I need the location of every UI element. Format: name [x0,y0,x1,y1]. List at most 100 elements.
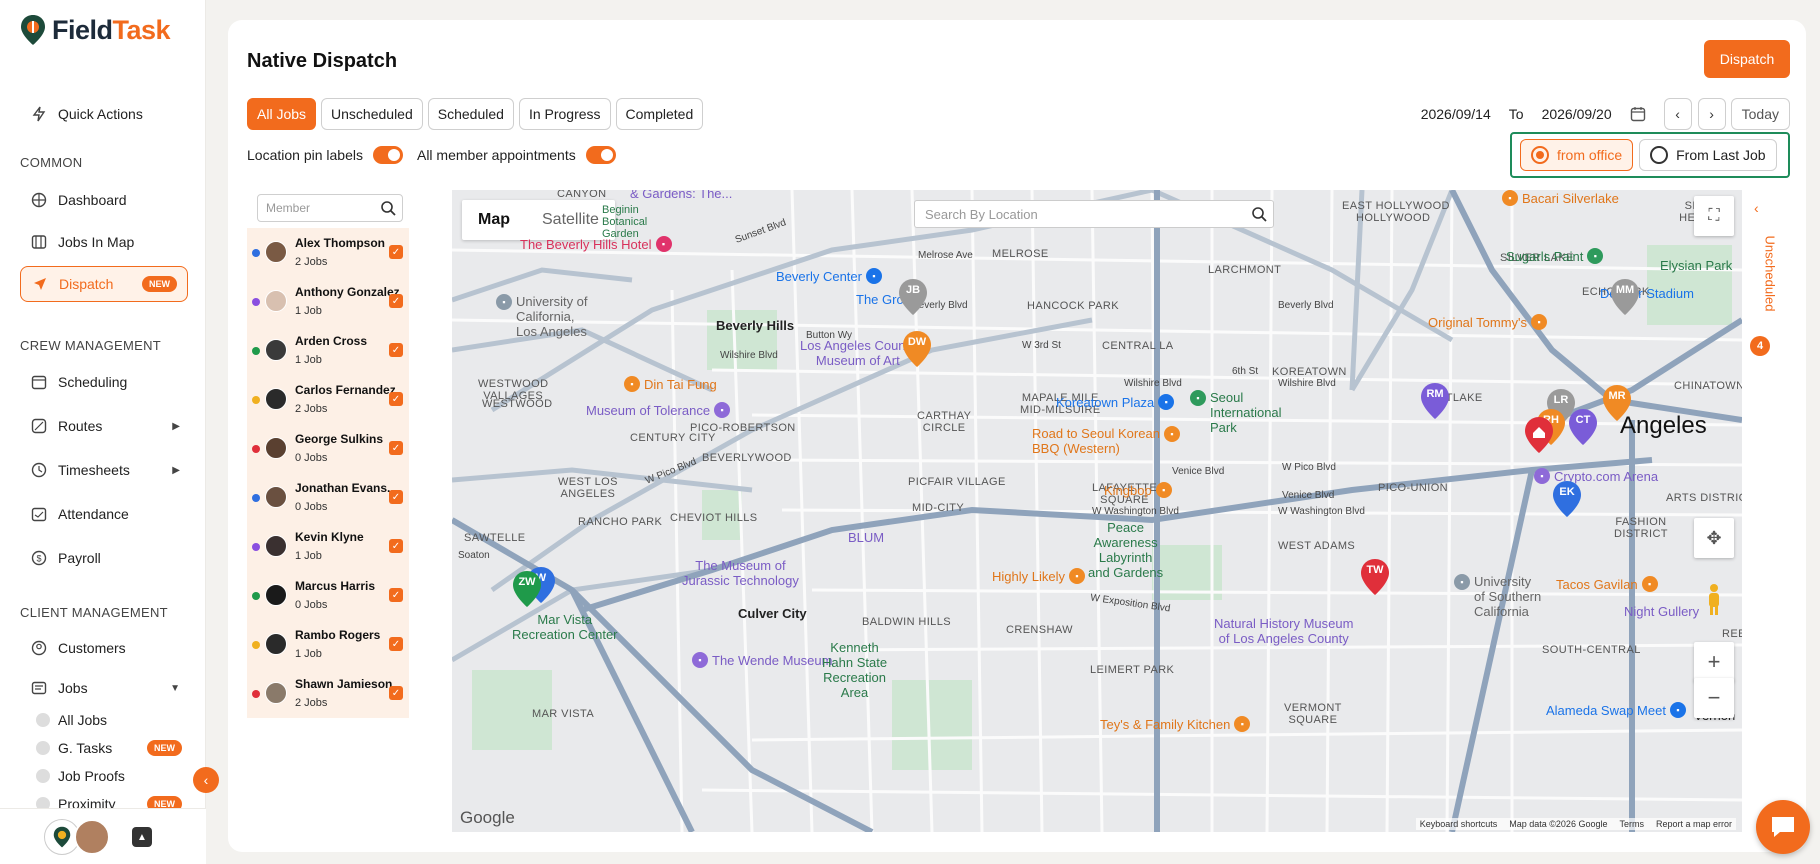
member-row[interactable]: Carlos Fernandez 2 Jobs ✓ [247,375,409,427]
tab-in-progress[interactable]: In Progress [518,98,611,130]
dispatch-button[interactable]: Dispatch [1704,40,1790,78]
member-checkbox[interactable]: ✓ [389,539,403,553]
poi-marker[interactable]: Koreatown Plaza ▪ [1056,394,1175,410]
location-search-input[interactable]: Search By Location [914,200,1274,228]
street-view-pegman-icon[interactable] [1694,580,1734,620]
unscheduled-drawer-toggle[interactable]: ‹ Unscheduled 4 [1750,200,1778,370]
zoom-in-button[interactable]: + [1694,642,1734,682]
zoom-out-button[interactable]: − [1694,678,1734,718]
nav-customers[interactable]: Customers [20,630,188,666]
poi-marker[interactable]: Tacos Gavilan ▪ [1556,576,1658,592]
team-pin-mm[interactable]: MM [1610,278,1640,316]
member-checkbox[interactable]: ✓ [389,490,403,504]
poi-marker[interactable]: Los Angeles County Museum of Art [800,338,916,368]
poi-marker[interactable]: The Museum of Jurassic Technology [682,558,799,588]
member-checkbox[interactable]: ✓ [389,637,403,651]
nav-jobs[interactable]: Jobs ▼ [20,670,188,706]
poi-marker[interactable]: Beginin Botanical Garden [602,204,647,240]
tab-scheduled[interactable]: Scheduled [427,98,514,130]
all-members-toggle[interactable] [585,146,616,164]
nav-timesheets[interactable]: Timesheets ▶ [20,452,188,488]
date-to-input[interactable]: 2026/09/20 [1530,106,1624,122]
poi-marker[interactable]: Night Gullery [1624,604,1699,619]
member-checkbox[interactable]: ✓ [389,588,403,602]
map-view[interactable]: Map Satellite Search By Location CANYON … [452,190,1742,832]
app-logo[interactable]: FieldTask [20,14,171,46]
poi-marker[interactable]: Tey's & Family Kitchen ▪ [1100,716,1251,732]
from-last-job-radio[interactable]: From Last Job [1639,139,1777,171]
poi-marker[interactable]: ▪ Seoul International Park [1190,390,1282,435]
member-checkbox[interactable]: ✓ [389,686,403,700]
poi-marker[interactable]: Natural History Museum of Los Angeles Co… [1214,616,1353,646]
nav-dispatch[interactable]: Dispatch NEW [20,266,188,302]
report-error-link[interactable]: Report a map error [1656,819,1732,829]
collapse-sidebar-button[interactable]: ‹ [193,767,219,793]
poi-marker[interactable]: Elysian Park [1660,258,1732,273]
map-type-map[interactable]: Map [462,211,526,229]
poi-marker[interactable]: Peace Awareness Labyrinth and Gardens [1088,520,1163,580]
sub-item-g-tasks[interactable]: G. Tasks NEW [36,736,186,760]
poi-marker[interactable]: Beverly Center ▪ [776,268,882,284]
today-button[interactable]: Today [1730,98,1790,130]
user-avatar[interactable] [74,819,110,855]
member-row[interactable]: Anthony Gonzalez 1 Job ✓ [247,277,409,329]
prev-week-button[interactable]: ‹ [1663,98,1692,130]
nav-routes[interactable]: Routes ▶ [20,408,188,444]
member-row[interactable]: Kevin Klyne 1 Job ✓ [247,522,409,574]
keyboard-shortcuts-link[interactable]: Keyboard shortcuts [1420,819,1498,829]
calendar-icon[interactable] [1628,104,1648,124]
tab-completed[interactable]: Completed [615,98,704,130]
tab-unscheduled[interactable]: Unscheduled [321,98,423,130]
team-pin-zw[interactable]: ZW [512,570,542,608]
next-week-button[interactable]: › [1697,98,1726,130]
poi-marker[interactable]: Alameda Swap Meet ▪ [1546,702,1686,718]
poi-marker[interactable]: ▪ University of Southern California [1454,574,1541,619]
member-row[interactable]: Marcus Harris 0 Jobs ✓ [247,571,409,623]
poi-marker[interactable]: Kingbop ▪ [1104,482,1172,498]
member-checkbox[interactable]: ✓ [389,441,403,455]
poi-marker[interactable]: ▪ The Wende Museum [692,652,832,668]
member-row[interactable]: Alex Thompson 2 Jobs ✓ [247,228,409,280]
expand-icon[interactable]: ▲ [132,827,152,847]
poi-marker[interactable]: & Gardens: The... [630,190,732,201]
nav-jobs-in-map[interactable]: Jobs In Map [20,224,188,260]
member-row[interactable]: Arden Cross 1 Job ✓ [247,326,409,378]
poi-marker[interactable]: Mar Vista Recreation Center [512,612,618,642]
member-search-input[interactable]: Member [257,194,403,222]
member-row[interactable]: Shawn Jamieson 2 Jobs ✓ [247,669,409,721]
member-checkbox[interactable]: ✓ [389,294,403,308]
team-pin-jb[interactable]: JB [898,278,928,316]
team-pin-dw[interactable]: DW [902,330,932,368]
poi-marker[interactable]: Highly Likely ▪ [992,568,1085,584]
nav-quick-actions[interactable]: Quick Actions [20,96,188,132]
team-pin-ct[interactable]: CT [1568,408,1598,446]
sub-item-job-proofs[interactable]: Job Proofs [36,764,186,788]
poi-marker[interactable]: Kenneth Hahn State Recreation Area [822,640,887,700]
nav-payroll[interactable]: $ Payroll [20,540,188,576]
team-pin-rm[interactable]: RM [1420,382,1450,420]
team-pin-tw[interactable]: TW [1360,558,1390,596]
poi-marker[interactable]: Sugarls Paint ▪ [1506,248,1604,264]
member-checkbox[interactable]: ✓ [389,245,403,259]
pin-labels-toggle[interactable] [372,146,403,164]
poi-marker[interactable]: Road to Seoul Korean BBQ (Western) ▪ [1032,426,1180,456]
poi-marker[interactable]: Museum of Tolerance ▪ [586,402,731,418]
member-row[interactable]: Jonathan Evans... 0 Jobs ✓ [247,473,409,525]
poi-marker[interactable]: ▪ Bacari Silverlake [1502,190,1619,206]
date-from-input[interactable]: 2026/09/14 [1409,106,1503,122]
from-office-radio[interactable]: from office [1520,139,1634,171]
chat-support-button[interactable] [1756,800,1810,854]
terms-link[interactable]: Terms [1619,819,1644,829]
pan-control-icon[interactable]: ✥ [1694,518,1734,558]
member-checkbox[interactable]: ✓ [389,343,403,357]
nav-scheduling[interactable]: Scheduling [20,364,188,400]
member-row[interactable]: George Sulkins 0 Jobs ✓ [247,424,409,476]
poi-marker[interactable]: ▪ University of California, Los Angeles [496,294,588,339]
team-pin-ek[interactable]: EK [1552,480,1582,518]
fullscreen-icon[interactable]: ⛶ [1694,196,1734,236]
tab-all-jobs[interactable]: All Jobs [247,98,317,130]
member-checkbox[interactable]: ✓ [389,392,403,406]
sub-item-all-jobs[interactable]: All Jobs [36,708,186,732]
team-pin-mr[interactable]: MR [1602,384,1632,422]
poi-marker[interactable]: Original Tommy's ▪ [1428,314,1548,330]
